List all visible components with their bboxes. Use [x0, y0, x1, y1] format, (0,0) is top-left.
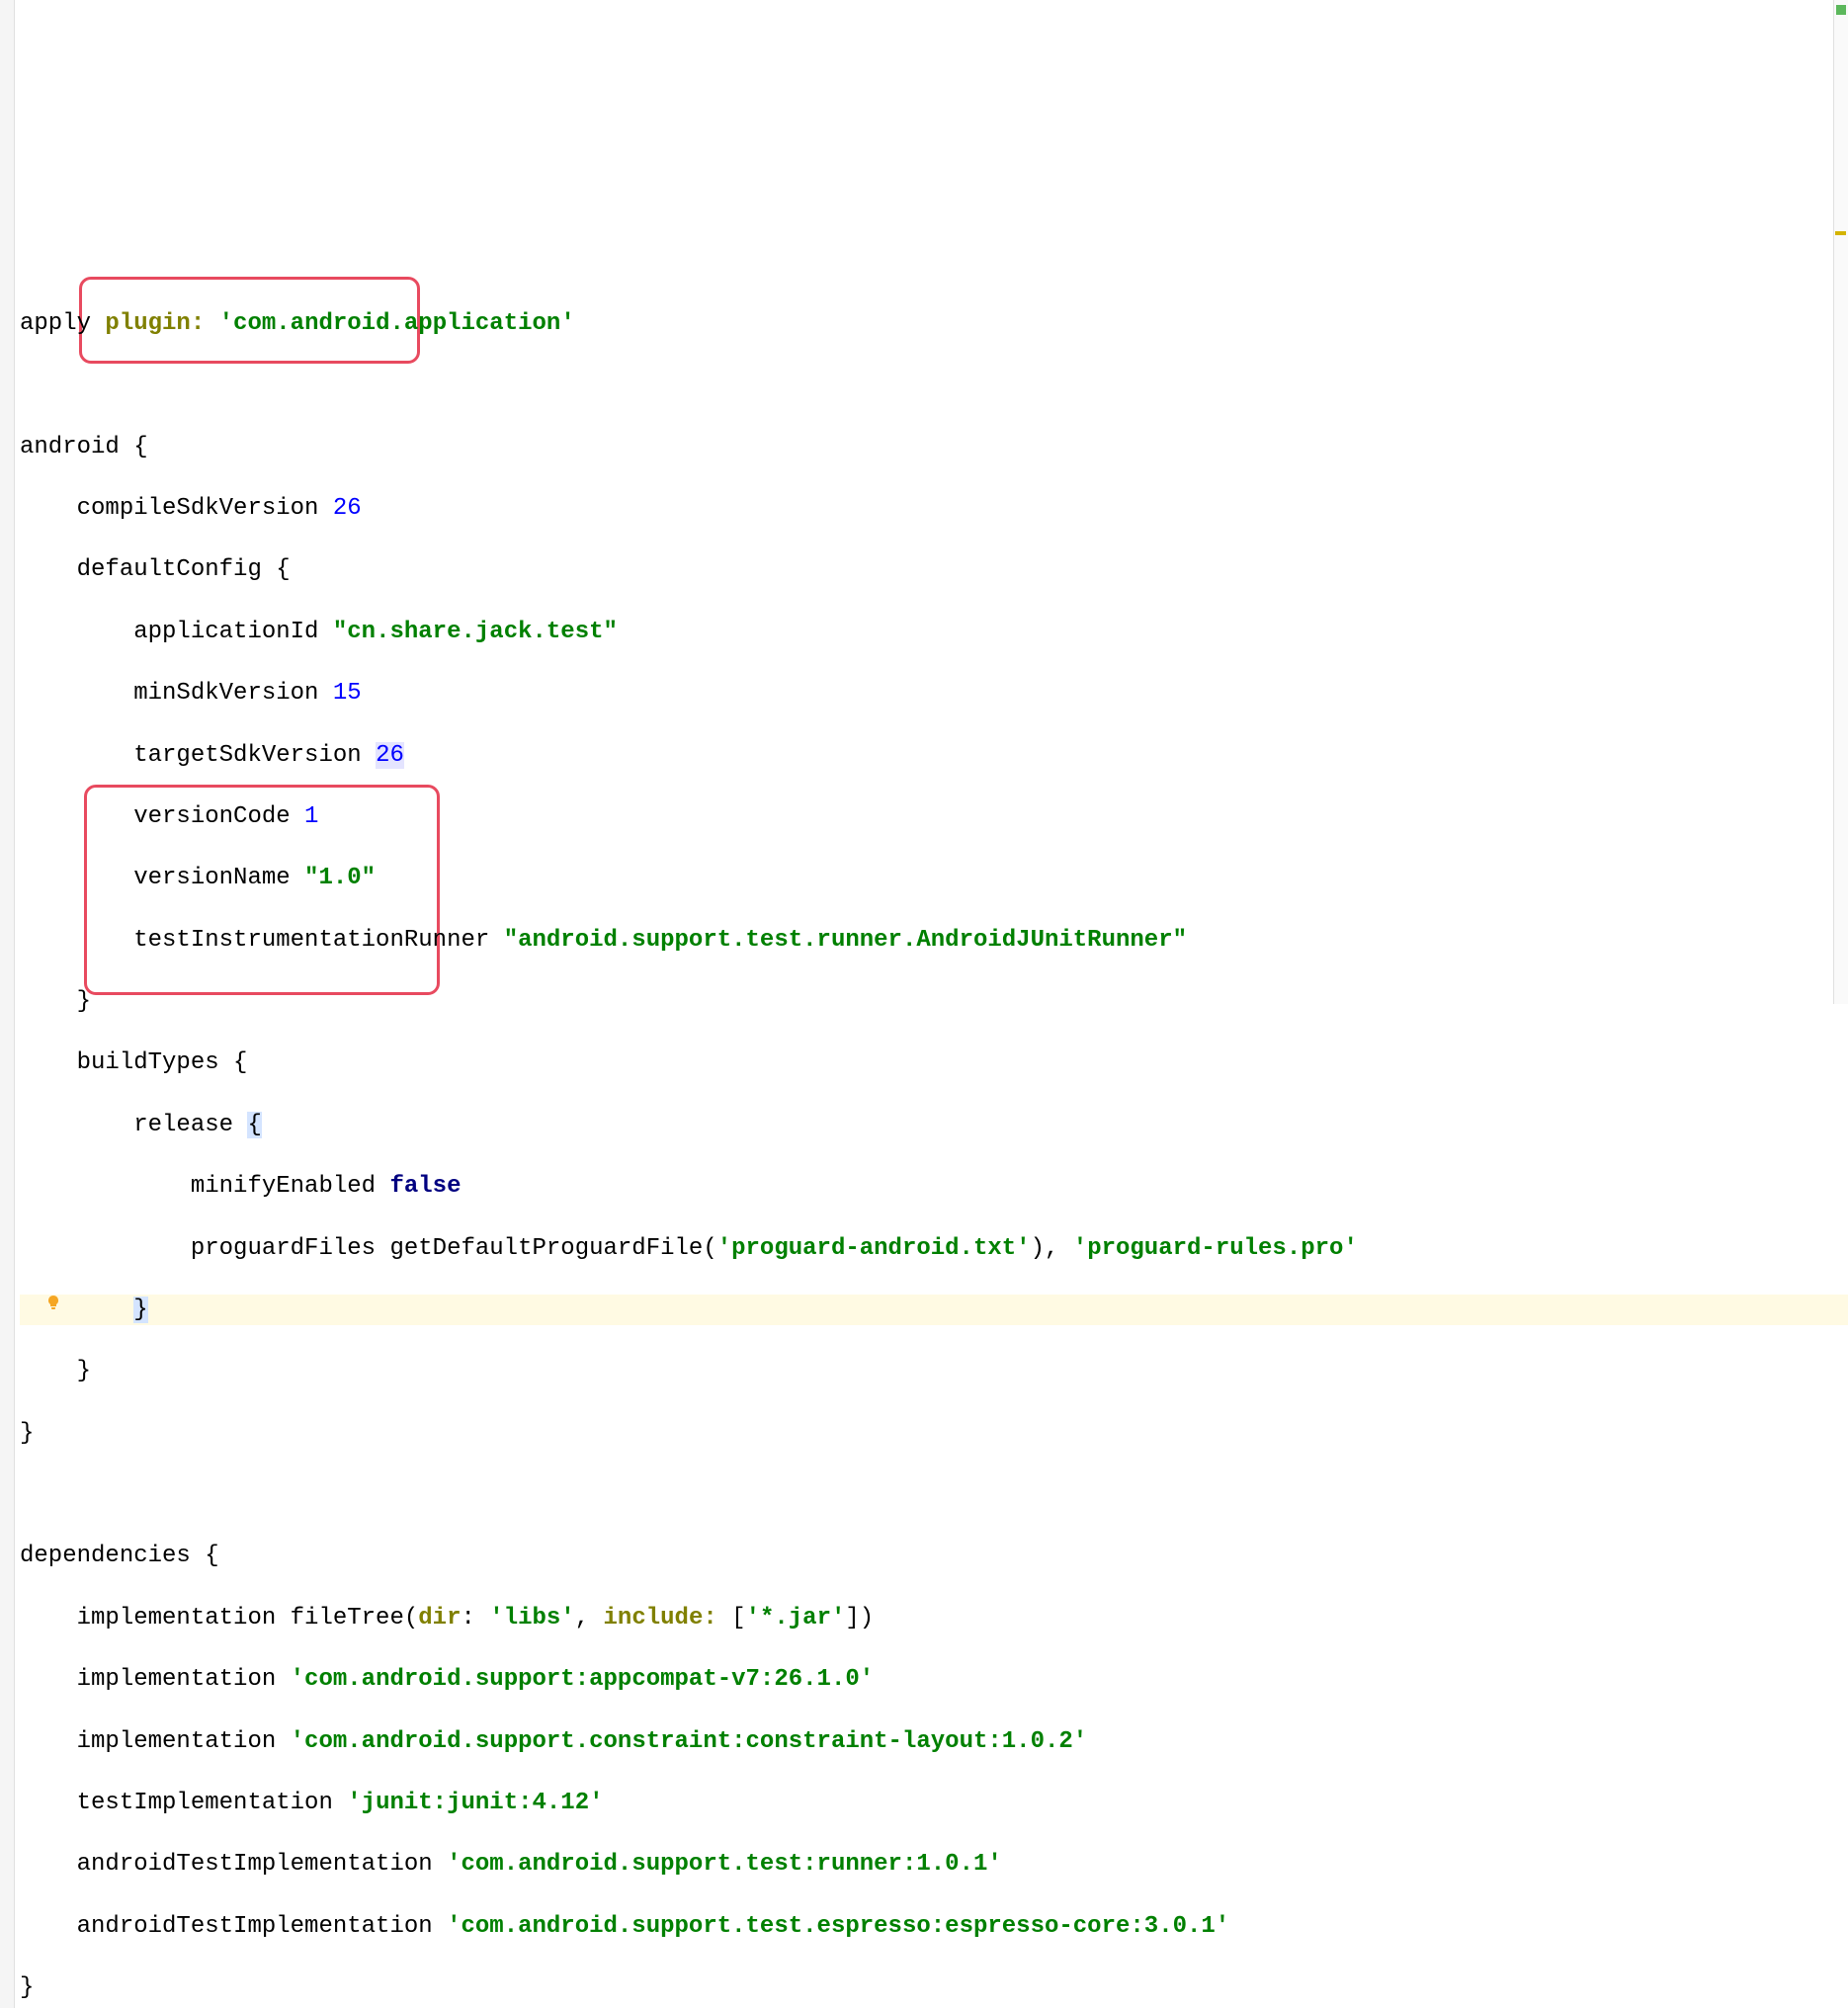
string-literal: 'proguard-rules.pro' [1073, 1235, 1358, 1262]
brace-highlighted: } [133, 1297, 147, 1323]
code-text: testInstrumentationRunner [20, 927, 504, 954]
code-text: versionName [20, 865, 304, 891]
code-text: : [461, 1605, 489, 1632]
string-literal: '*.jar' [746, 1605, 846, 1632]
lightbulb-icon[interactable] [45, 1295, 61, 1310]
number-literal: 15 [333, 680, 362, 707]
code-text: minifyEnabled [20, 1173, 389, 1200]
code-text: versionCode [20, 803, 304, 830]
code-text: proguardFiles getDefaultProguardFile( [20, 1235, 717, 1262]
string-literal: "android.support.test.runner.AndroidJUni… [504, 927, 1187, 954]
code-text: [ [717, 1605, 746, 1632]
code-text: androidTestImplementation [20, 1851, 447, 1878]
code-text: testImplementation [20, 1790, 347, 1816]
code-text: implementation [20, 1728, 291, 1755]
string-literal: 'com.android.support:appcompat-v7:26.1.0… [291, 1666, 875, 1693]
number-literal: 1 [304, 803, 318, 830]
string-literal: "1.0" [304, 865, 376, 891]
number-literal-highlighted: 26 [376, 742, 404, 769]
code-text: android { [20, 434, 148, 460]
string-literal: 'com.android.application' [219, 310, 575, 337]
string-literal: 'junit:junit:4.12' [347, 1790, 603, 1816]
code-text: } [20, 1420, 34, 1447]
code-text: targetSdkVersion [20, 742, 376, 769]
code-text [20, 1297, 133, 1323]
code-text: androidTestImplementation [20, 1913, 447, 1940]
inspection-ok-indicator [1836, 5, 1846, 15]
number-literal: 26 [333, 495, 362, 522]
gutter [0, 0, 15, 2008]
code-text: ]) [845, 1605, 874, 1632]
keyword-plugin: plugin: [105, 310, 205, 337]
code-text: implementation fileTree( [20, 1605, 418, 1632]
code-text: buildTypes { [20, 1049, 247, 1076]
code-text: implementation [20, 1666, 291, 1693]
string-literal: 'libs' [489, 1605, 574, 1632]
string-literal: "cn.share.jack.test" [333, 619, 618, 645]
string-literal: 'proguard-android.txt' [717, 1235, 1031, 1262]
code-text: applicationId [20, 619, 333, 645]
code-text: apply [20, 310, 91, 337]
code-text: } [20, 1974, 34, 2001]
blank-line [20, 370, 1848, 400]
code-text: ), [1031, 1235, 1073, 1262]
code-editor[interactable]: apply plugin: 'com.android.application' … [20, 215, 1848, 2008]
string-literal: 'com.android.support.test:runner:1.0.1' [447, 1851, 1002, 1878]
code-text: , [575, 1605, 604, 1632]
code-text: compileSdkVersion [20, 495, 333, 522]
code-text: } [20, 988, 91, 1015]
code-text: release [20, 1112, 247, 1138]
string-literal: 'com.android.support.constraint:constrai… [291, 1728, 1088, 1755]
blank-line [20, 1479, 1848, 1510]
string-literal: 'com.android.support.test.espresso:espre… [447, 1913, 1229, 1940]
keyword-false: false [389, 1173, 461, 1200]
code-text: minSdkVersion [20, 680, 333, 707]
code-text: defaultConfig { [20, 556, 291, 583]
code-text: dependencies { [20, 1543, 219, 1569]
brace-highlighted: { [247, 1112, 261, 1138]
code-text: } [20, 1358, 91, 1384]
current-line: } [20, 1295, 1848, 1325]
named-arg: dir [418, 1605, 461, 1632]
named-arg: include: [604, 1605, 717, 1632]
